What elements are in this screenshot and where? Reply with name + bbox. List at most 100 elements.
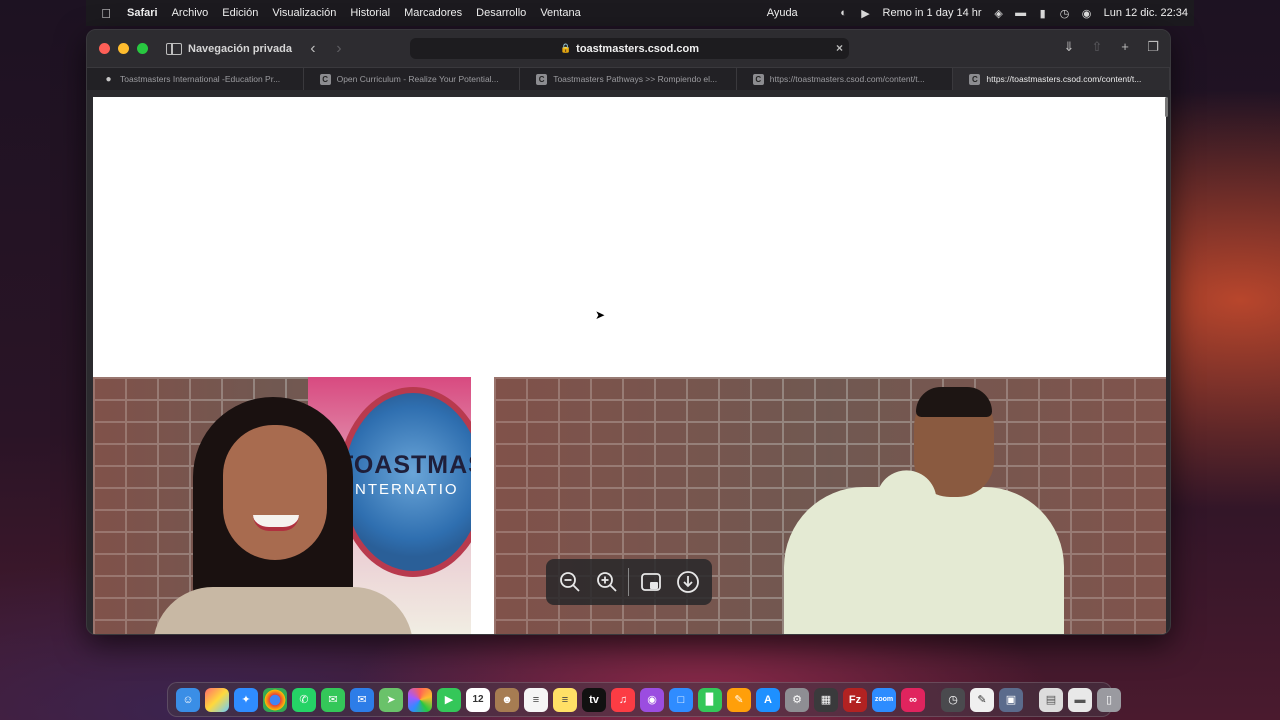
page-content[interactable]: TOASTMAS NTERNATIO [93,97,1166,634]
chrome-icon[interactable] [263,687,287,712]
close-window-button[interactable] [99,43,110,54]
creative-cloud-icon[interactable]: ∞ [901,687,925,712]
mail-icon[interactable]: ✉ [350,687,374,712]
battery-icon[interactable]: ▮ [1032,7,1054,20]
system-settings-icon[interactable]: ⚙ [785,687,809,712]
screen-share-icon[interactable]: ◐ [833,7,855,19]
downloads-stack-icon[interactable]: ▬ [1068,687,1092,712]
safari-window: Navegación privada ‹ › ◐ 🔒 toastmasters.… [86,29,1171,635]
menu-bar:  Safari Archivo Edición Visualización H… [86,0,1194,26]
menu-edicion[interactable]: Edición [215,7,265,19]
layers-icon[interactable]: ◈ [988,7,1010,20]
maps-icon[interactable]: ➤ [379,687,403,712]
downloads-icon[interactable]: ⇓ [1058,39,1080,55]
finder-icon[interactable]: ☺ [176,687,200,712]
tab-csod-content-1[interactable]: C https://toastmasters.csod.com/content/… [737,68,954,90]
tab-title: Toastmasters Pathways >> Rompiendo el... [553,74,718,84]
facetime-icon[interactable]: ▶ [437,687,461,712]
contacts-icon[interactable]: ☻ [495,687,519,712]
menu-visualizacion[interactable]: Visualización [265,7,343,19]
apple-tv-icon[interactable]: tv [582,687,606,712]
app-store-icon[interactable]: A [756,687,780,712]
notes-icon[interactable]: ≡ [553,687,577,712]
whatsapp-icon[interactable]: ✆ [292,687,316,712]
address-bar[interactable]: 🔒 toastmasters.csod.com × [410,38,849,59]
sidebar-toggle-icon[interactable] [166,42,182,55]
menu-ayuda[interactable]: Ayuda [760,7,805,19]
open-in-preview-icon[interactable] [636,567,666,597]
minimize-window-button[interactable] [118,43,129,54]
filezilla-icon[interactable]: Fz [843,687,867,712]
activity-monitor-icon[interactable]: ◷ [941,687,965,712]
documents-stack-icon[interactable]: ▤ [1039,687,1063,712]
safari-icon[interactable]: ✦ [234,687,258,712]
lock-icon: 🔒 [559,43,572,53]
launchpad-icon[interactable] [205,687,229,712]
tab-pathways[interactable]: C Toastmasters Pathways >> Rompiendo el.… [520,68,737,90]
clock-icon[interactable]: ◷ [1054,7,1076,20]
photos-icon[interactable] [408,687,432,712]
mouse-pointer-icon: ➤ [595,308,606,322]
back-button[interactable]: ‹ [300,40,326,58]
zoom-window-button[interactable] [137,43,148,54]
reminders-icon[interactable]: ≡ [524,687,548,712]
menu-historial[interactable]: Historial [343,7,397,19]
preview-icon[interactable]: ▣ [999,687,1023,712]
zoom-app-icon[interactable]: zoom [872,687,896,712]
apple-menu-icon[interactable]:  [92,6,120,21]
tab-csod-content-active[interactable]: C https://toastmasters.csod.com/content/… [953,68,1170,90]
csod-favicon-icon: C [536,73,548,85]
forward-button[interactable]: › [326,40,352,58]
control-center-icon[interactable]: ◉ [1076,7,1098,20]
calendar-icon[interactable]: 12 [466,687,490,712]
tab-toastmasters-education[interactable]: ● Toastmasters International -Education … [87,68,304,90]
url-text: toastmasters.csod.com [576,42,700,55]
menu-app-name[interactable]: Safari [120,7,165,19]
csod-favicon-icon: C [969,73,981,85]
tab-bar: ● Toastmasters International -Education … [87,67,1170,90]
private-browsing-label[interactable]: Navegación privada [188,43,292,55]
woman-face [223,425,327,560]
menu-datetime[interactable]: Lun 12 dic. 22:34 [1098,7,1194,19]
man-figure [784,387,1104,634]
share-icon[interactable]: ⇧ [1086,39,1108,55]
toolbar-actions: ⇓ ⇧ + ❐ [1058,39,1164,55]
textedit-icon[interactable]: ✎ [970,687,994,712]
zoom-out-icon[interactable] [555,567,585,597]
menu-ventana[interactable]: Ventana [533,7,587,19]
clear-url-icon[interactable]: × [836,41,843,55]
woman-presenter-photo: TOASTMAS NTERNATIO [93,377,471,634]
tab-open-curriculum[interactable]: C Open Curriculum - Realize Your Potenti… [304,68,521,90]
bed-icon[interactable]: ▬ [1010,7,1032,19]
woman-figure [153,397,413,634]
numbers-icon[interactable]: ▉ [698,687,722,712]
play-icon[interactable]: ▶ [855,7,877,20]
menu-archivo[interactable]: Archivo [165,7,216,19]
csod-favicon-icon: C [752,73,764,85]
pages-icon[interactable]: ✎ [727,687,751,712]
page-scrollbar[interactable] [1165,97,1168,117]
new-tab-icon[interactable]: + [1114,39,1136,55]
zoom-in-icon[interactable] [592,567,622,597]
keynote-icon[interactable]: □ [669,687,693,712]
trash-icon[interactable]: ▯ [1097,687,1121,712]
music-icon[interactable]: ♫ [611,687,635,712]
calculator-icon[interactable]: ▦ [814,687,838,712]
podcasts-icon[interactable]: ◉ [640,687,664,712]
reminder-status[interactable]: Remo in 1 day 14 hr [877,7,988,19]
man-hair [916,387,992,417]
tab-title: Toastmasters International -Education Pr… [120,74,281,84]
tab-overview-icon[interactable]: ❐ [1142,39,1164,55]
window-controls [99,43,148,54]
messages-icon[interactable]: ✉ [321,687,345,712]
tab-title: https://toastmasters.csod.com/content/t.… [986,74,1142,84]
pdf-viewer-controls [546,559,712,605]
woman-body [153,587,413,634]
toastmasters-icon: ● [105,73,112,85]
menu-desarrollo[interactable]: Desarrollo [469,7,533,19]
menu-marcadores[interactable]: Marcadores [397,7,469,19]
download-icon[interactable] [673,567,703,597]
tab-title: https://toastmasters.csod.com/content/t.… [769,74,925,84]
csod-favicon-icon: C [319,73,331,85]
dock: ☺ ✦ ✆ ✉ ✉ ➤ ▶ 12 ☻ ≡ ≡ tv ♫ ◉ □ ▉ ✎ A ⚙ … [167,682,1121,717]
